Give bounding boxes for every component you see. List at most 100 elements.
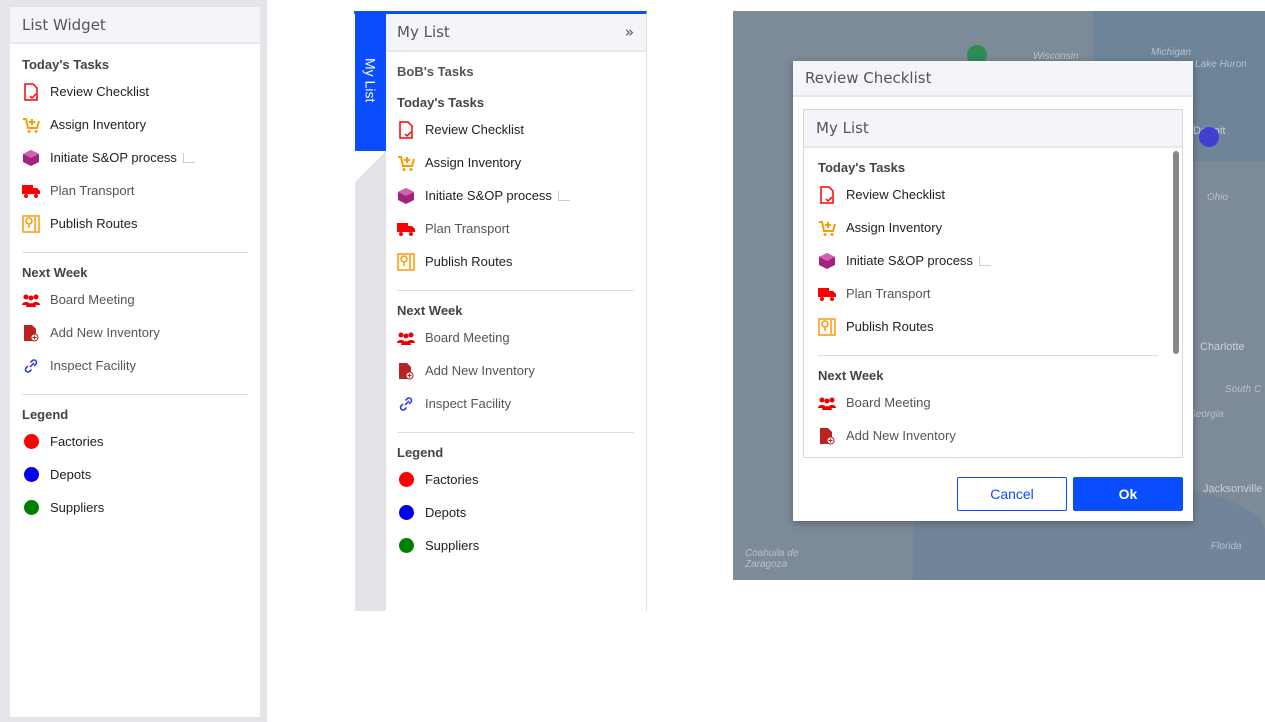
item-label: Assign Inventory [50,117,147,132]
map-pin-icon [818,317,836,336]
item-label: Add New Inventory [425,363,535,378]
my-list-tab[interactable]: My List [355,14,386,151]
list-item[interactable]: Assign Inventory [22,108,248,141]
item-label: Assign Inventory [425,155,522,170]
section-title: Today's Tasks [397,95,485,110]
panel-subtitle: BoB's Tasks [397,64,474,79]
link-icon [22,357,40,375]
panel-list: Today's Tasks Review Checklist Assign Inve… [397,93,634,562]
section-title: Today's Tasks [22,57,110,72]
item-label: Assign Inventory [846,220,943,235]
map-label: South C [1225,384,1262,395]
list-item[interactable]: Assign Inventory [818,211,1158,244]
cube-icon [397,187,415,205]
external-link-icon[interactable] [182,152,195,163]
list-item[interactable]: Assign Inventory [397,146,634,179]
legend-item: Factories [397,463,634,496]
divider [22,394,248,395]
item-label: Add New Inventory [846,428,956,443]
section-title: Legend [22,407,69,422]
divider [397,290,634,291]
section-title: Next Week [818,368,884,383]
item-label: Publish Routes [425,254,513,269]
widget-header: List Widget [10,7,260,44]
item-label: Board Meeting [846,395,931,410]
list-item[interactable]: Plan Transport [397,212,634,245]
list-item[interactable]: Review Checklist [22,75,248,108]
list-item[interactable]: Initiate S&OP process [22,141,248,174]
item-label: Board Meeting [425,330,510,345]
divider [22,252,248,253]
dialog-list-box: My List Today's Tasks Review Checklist Ass… [803,109,1183,458]
depot-marker[interactable] [1199,127,1219,147]
my-list-panel: My List » BoB's Tasks Today's Tasks Revie… [354,11,647,611]
list-item[interactable]: Publish Routes [818,310,1158,343]
external-link-icon[interactable] [978,255,991,266]
users-icon [22,291,40,309]
review-checklist-dialog: Review Checklist My List Today's Tasks Re… [793,61,1193,521]
item-label: Plan Transport [425,221,510,236]
checklist-icon [22,82,40,101]
file-add-icon [818,427,836,445]
widget-list: Today's Tasks Review Checklist Assign Inve… [10,44,260,524]
list-item[interactable]: Plan Transport [22,174,248,207]
tab-strip [355,151,386,611]
ok-button[interactable]: Ok [1073,477,1183,511]
map-label: Michigan [1151,47,1192,58]
section-title: Next Week [22,265,88,280]
item-label: Plan Transport [50,183,135,198]
list-item[interactable]: Board Meeting [22,283,248,316]
list-item[interactable]: Initiate S&OP process [397,179,634,212]
list-item[interactable]: Board Meeting [818,386,1158,419]
item-label: Initiate S&OP process [846,253,973,268]
inner-header: My List [804,110,1182,148]
item-label: Depots [425,505,467,520]
item-label: Review Checklist [425,122,524,137]
item-label: Factories [425,472,479,487]
legend-item: Factories [22,425,248,458]
list-item[interactable]: Add New Inventory [397,354,634,387]
list-widget: List Widget Today's Tasks Review Checklis… [10,7,260,717]
tab-fold [355,151,386,182]
legend-dot-icon [397,471,415,489]
list-item[interactable]: Inspect Facility [818,452,1158,457]
list-item[interactable]: Add New Inventory [22,316,248,349]
item-label: Board Meeting [50,292,135,307]
legend-item: Suppliers [397,529,634,562]
tab-label: My List [362,58,379,103]
map-pin-icon [22,214,40,233]
list-item[interactable]: Plan Transport [818,277,1158,310]
item-label: Publish Routes [50,216,138,231]
file-add-icon [397,362,415,380]
item-label: Depots [50,467,92,482]
scrollbar[interactable] [1173,151,1179,354]
cancel-button[interactable]: Cancel [957,477,1067,511]
list-item[interactable]: Board Meeting [397,321,634,354]
list-item[interactable]: Review Checklist [397,113,634,146]
list-item[interactable]: Publish Routes [22,207,248,240]
list-item[interactable]: Add New Inventory [818,419,1158,452]
checklist-icon [818,185,836,204]
list-item[interactable]: Inspect Facility [397,387,634,420]
cart-plus-icon [818,219,836,237]
legend-dot-icon [397,537,415,555]
legend-dot-icon [22,433,40,451]
list-item[interactable]: Review Checklist [818,178,1158,211]
legend-item: Suppliers [22,491,248,524]
users-icon [397,329,415,347]
file-add-icon [22,324,40,342]
widget-title: List Widget [22,15,106,34]
truck-icon [397,220,415,238]
map-label: Lake Huron [1195,59,1247,70]
external-link-icon[interactable] [557,190,570,201]
collapse-icon[interactable]: » [625,23,634,41]
item-label: Review Checklist [846,187,945,202]
item-label: Plan Transport [846,286,931,301]
list-item[interactable]: Publish Routes [397,245,634,278]
users-icon [818,394,836,412]
map-label: Georgia [1188,409,1224,420]
list-item[interactable]: Initiate S&OP process [818,244,1158,277]
list-item[interactable]: Inspect Facility [22,349,248,382]
inner-title: My List [816,119,869,137]
section-title: Legend [397,445,444,460]
